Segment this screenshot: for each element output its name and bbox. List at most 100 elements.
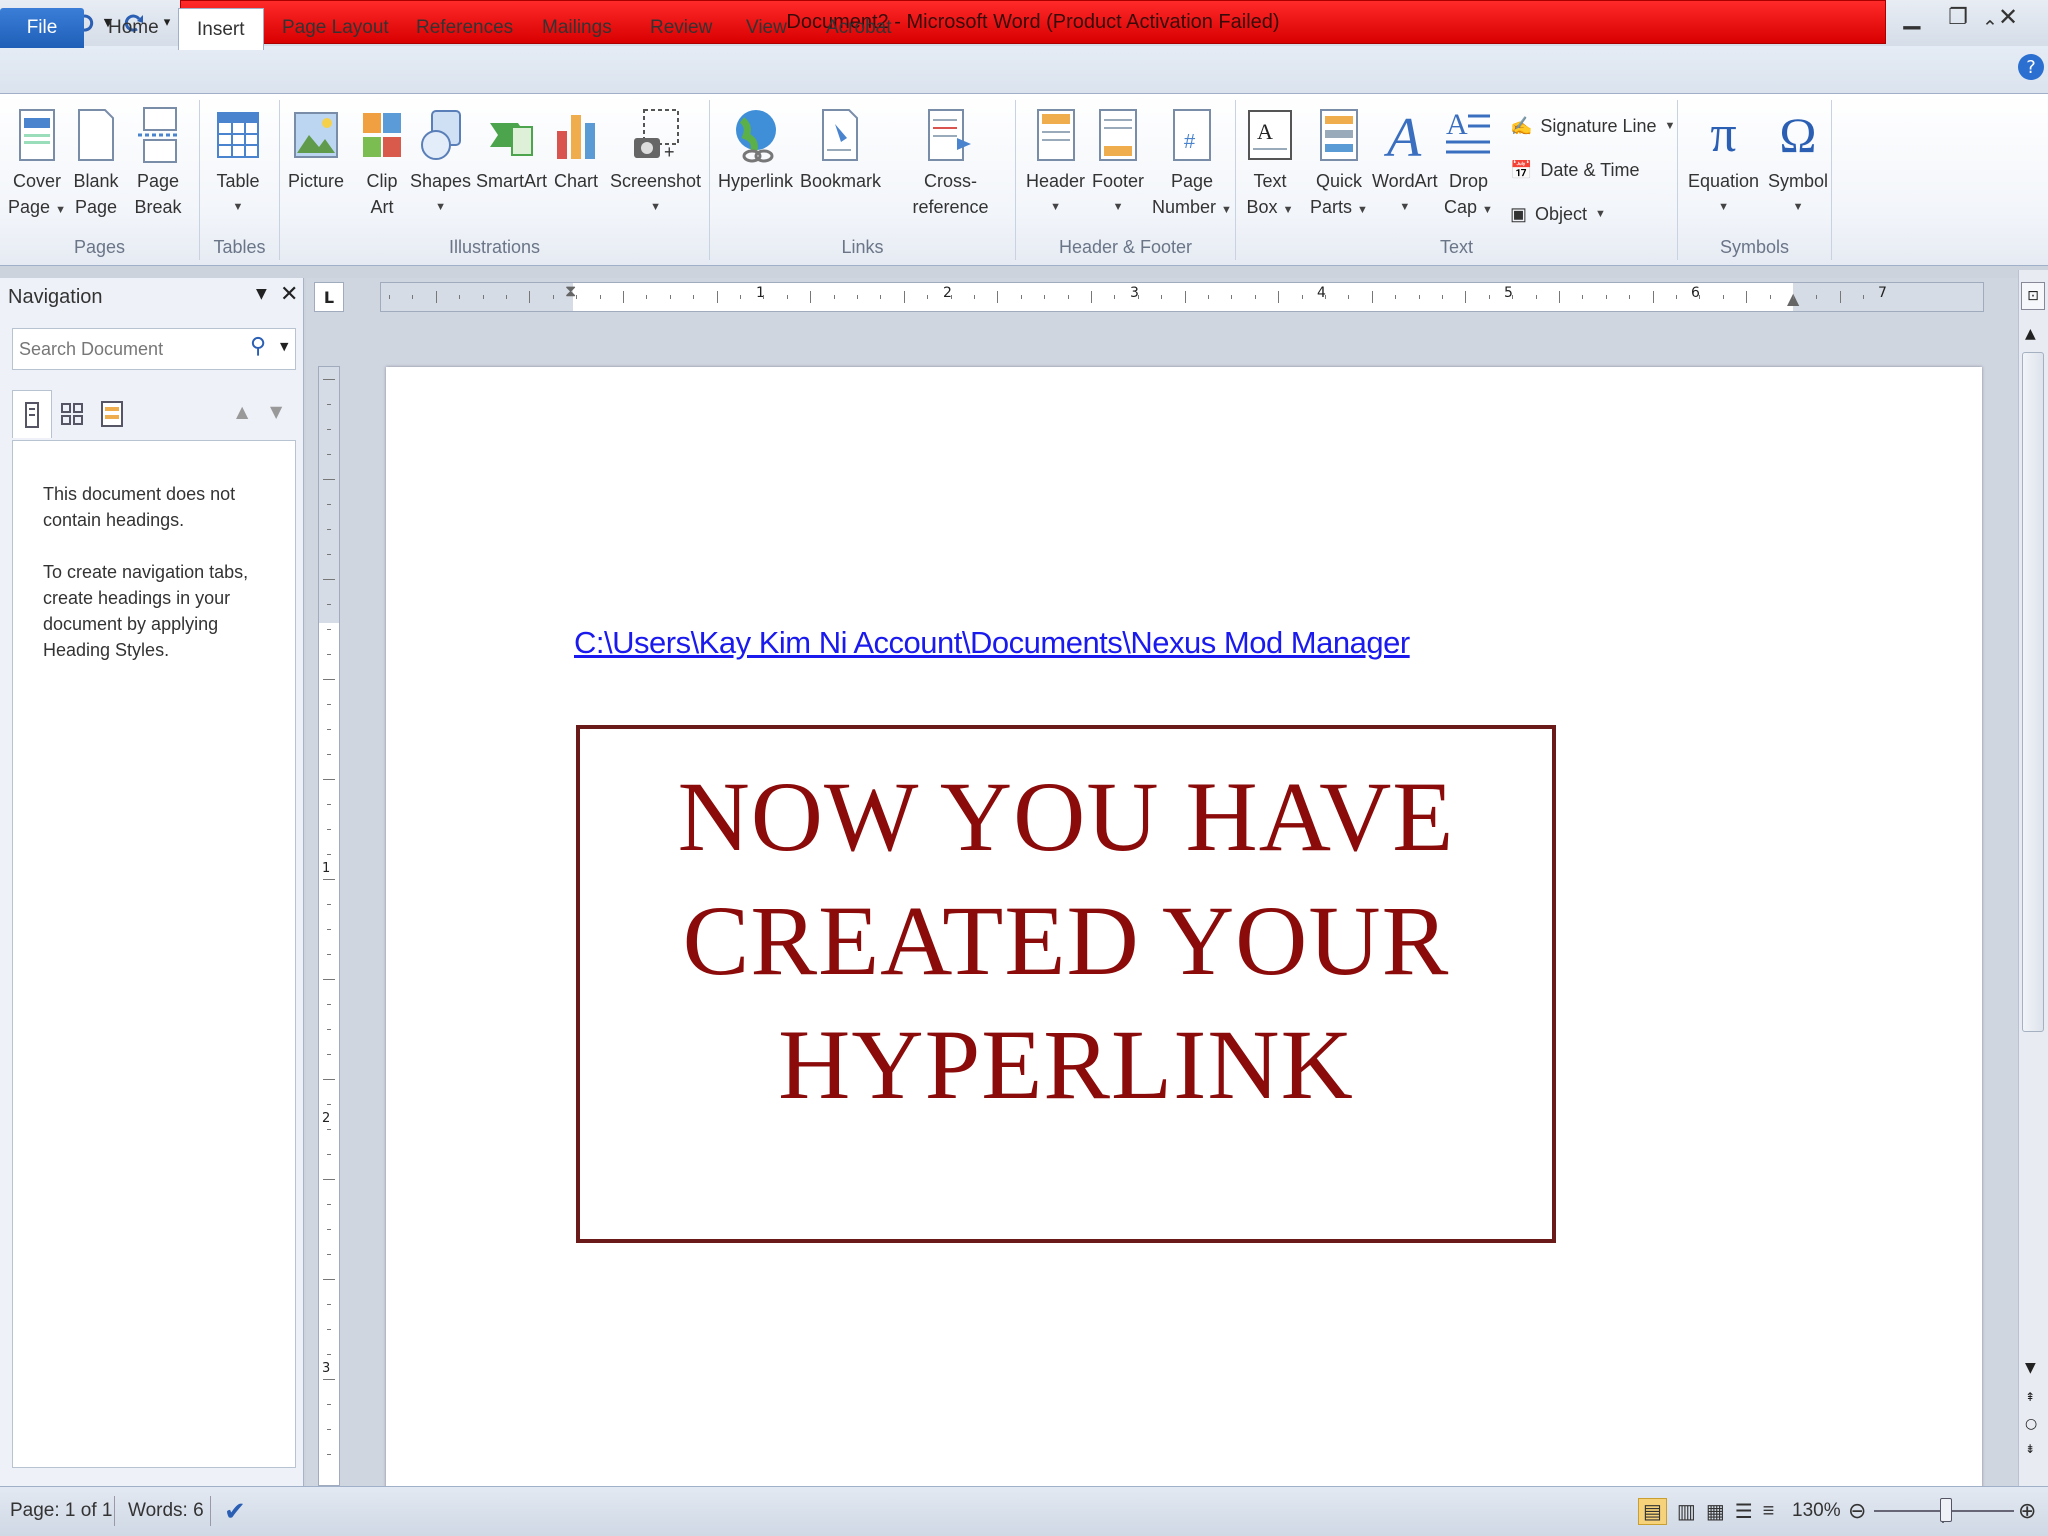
- scroll-up-icon[interactable]: ▲: [2025, 326, 2036, 342]
- help-icon[interactable]: ?: [2018, 54, 2044, 80]
- browse-pages-icon[interactable]: [52, 390, 92, 438]
- wordart-button[interactable]: A WordArt ▼: [1372, 106, 1438, 220]
- shapes-button[interactable]: Shapes ▼: [410, 106, 471, 220]
- heading-text-box[interactable]: NOW YOU HAVE CREATED YOUR HYPERLINK: [576, 725, 1556, 1243]
- date-time-icon: 📅: [1510, 159, 1533, 180]
- browse-results-icon[interactable]: [92, 390, 132, 438]
- minimize-ribbon-icon[interactable]: ⌃: [1982, 8, 1998, 48]
- tab-insert[interactable]: Insert: [178, 8, 264, 50]
- header-button[interactable]: Header ▼: [1026, 106, 1085, 220]
- tab-file[interactable]: File: [0, 8, 84, 48]
- vertical-ruler[interactable]: 1 2 3: [318, 366, 340, 1486]
- object-button[interactable]: ▣ Object ▼: [1510, 198, 1606, 230]
- text-box-button[interactable]: A Text Box ▼: [1246, 106, 1294, 223]
- next-page-icon[interactable]: ⇟: [2025, 1442, 2035, 1456]
- text-box-icon: A: [1246, 106, 1294, 164]
- hyperlink-button[interactable]: Hyperlink: [718, 106, 793, 194]
- bookmark-button[interactable]: Bookmark: [800, 106, 881, 194]
- signature-line-button[interactable]: ✍ Signature Line ▼: [1510, 110, 1675, 142]
- navigation-menu-icon[interactable]: ▼: [256, 286, 267, 302]
- smartart-button[interactable]: SmartArt: [476, 106, 547, 194]
- minimize-icon[interactable]: ▁: [1890, 2, 1934, 32]
- page-number-button[interactable]: # Page Number ▼: [1152, 106, 1232, 223]
- scrollbar-thumb[interactable]: [2022, 352, 2044, 1032]
- tab-acrobat[interactable]: Acrobat: [808, 8, 909, 48]
- ruler-tick: [435, 291, 437, 303]
- zoom-slider-handle[interactable]: [1940, 1498, 1952, 1522]
- cover-page-button[interactable]: Cover Page ▼: [8, 106, 66, 223]
- view-ruler-icon[interactable]: ⊡: [2021, 282, 2045, 310]
- tab-references[interactable]: References: [398, 8, 531, 48]
- draft-icon[interactable]: ≡: [1763, 1500, 1775, 1523]
- table-button[interactable]: Table ▼: [214, 106, 262, 220]
- next-heading-icon[interactable]: ▼: [270, 402, 282, 421]
- ruler-tick: [693, 295, 695, 299]
- tab-review[interactable]: Review: [632, 8, 730, 48]
- drop-cap-button[interactable]: A Drop Cap ▼: [1444, 106, 1493, 223]
- ruler-tick: [1278, 291, 1280, 303]
- ruler-tick: [1746, 291, 1748, 303]
- ruler-tick: [1699, 295, 1701, 299]
- blank-page-button[interactable]: Blank Page: [72, 106, 120, 220]
- signature-line-icon: ✍: [1510, 115, 1533, 136]
- ruler-tick: [327, 1404, 331, 1405]
- zoom-level[interactable]: 130%: [1792, 1486, 1841, 1536]
- clip-art-button[interactable]: Clip Art: [358, 106, 406, 220]
- search-options-icon[interactable]: ▼: [280, 340, 288, 353]
- chart-button[interactable]: Chart: [552, 106, 600, 194]
- ruler-tick: [1605, 295, 1607, 299]
- previous-heading-icon[interactable]: ▲: [236, 402, 248, 421]
- footer-button[interactable]: Footer ▼: [1092, 106, 1144, 220]
- tab-home[interactable]: Home: [90, 8, 177, 48]
- vertical-scrollbar[interactable]: ⊡ ▲ ▼ ⇞ ○ ⇟: [2018, 270, 2048, 1486]
- previous-page-icon[interactable]: ⇞: [2025, 1390, 2035, 1404]
- ruler-number: 1: [322, 861, 331, 876]
- full-screen-reading-icon[interactable]: ▥: [1677, 1499, 1696, 1524]
- tab-view[interactable]: View: [728, 8, 805, 48]
- group-label-header-footer: Header & Footer: [1058, 237, 1193, 257]
- proofing-check-icon[interactable]: ✔: [224, 1486, 246, 1536]
- ruler-tick: [599, 295, 601, 299]
- navigation-pane: Navigation ▼ ✕ Search Document ⚲ ▼ ▲ ▼ T…: [0, 278, 304, 1486]
- page-break-button[interactable]: Page Break: [134, 106, 182, 220]
- cross-reference-button[interactable]: Cross-reference: [886, 106, 1015, 220]
- symbol-button[interactable]: Ω Symbol ▼: [1768, 106, 1828, 220]
- outline-icon[interactable]: ☰: [1735, 1499, 1753, 1524]
- page-count[interactable]: Page: 1 of 1: [10, 1486, 112, 1536]
- search-icon[interactable]: ⚲: [250, 334, 266, 359]
- scroll-down-icon[interactable]: ▼: [2025, 1360, 2036, 1376]
- svg-text:A: A: [1257, 119, 1273, 144]
- tab-page-layout[interactable]: Page Layout: [264, 8, 407, 48]
- quick-parts-button[interactable]: Quick Parts ▼: [1310, 106, 1368, 223]
- horizontal-ruler[interactable]: ⧗ ▲ 1 2 3 4 5 6 7: [380, 281, 1984, 312]
- wordart-icon: A: [1381, 106, 1429, 164]
- ruler-tick: [1091, 291, 1092, 303]
- date-time-button[interactable]: 📅 Date & Time: [1510, 154, 1639, 186]
- picture-button[interactable]: Picture: [288, 106, 344, 194]
- restore-icon[interactable]: ❐: [1936, 2, 1980, 32]
- ruler-tick: [1161, 295, 1163, 299]
- print-layout-icon[interactable]: ▤: [1638, 1497, 1667, 1525]
- ruler-tick: [576, 295, 578, 299]
- equation-button[interactable]: π Equation ▼: [1688, 106, 1759, 220]
- ruler-tick: [327, 954, 331, 955]
- pi-icon: π: [1710, 106, 1737, 163]
- ruler-tick: [786, 295, 788, 299]
- select-browse-object-icon[interactable]: ○: [2025, 1416, 2037, 1432]
- screenshot-button[interactable]: + Screenshot ▼: [610, 106, 701, 220]
- tab-selector-icon[interactable]: L: [314, 282, 344, 312]
- group-pages: Cover Page ▼ Blank Page Page Break Pages: [0, 100, 200, 260]
- web-layout-icon[interactable]: ▦: [1706, 1499, 1725, 1524]
- document-page[interactable]: C:\Users\Kay Kim Ni Account\Documents\Ne…: [386, 367, 1982, 1492]
- browse-headings-icon[interactable]: [12, 390, 52, 438]
- zoom-in-icon[interactable]: ⊕: [2018, 1486, 2036, 1536]
- first-line-indent-icon[interactable]: ⧗: [565, 281, 576, 301]
- ruler-tick: [389, 295, 390, 299]
- svg-text:A: A: [1446, 108, 1468, 141]
- word-count[interactable]: Words: 6: [128, 1486, 204, 1536]
- zoom-out-icon[interactable]: ⊖: [1848, 1486, 1866, 1536]
- tab-mailings[interactable]: Mailings: [524, 8, 630, 48]
- navigation-close-icon[interactable]: ✕: [280, 282, 298, 307]
- table-icon: [214, 106, 262, 164]
- document-hyperlink[interactable]: C:\Users\Kay Kim Ni Account\Documents\Ne…: [574, 625, 1410, 661]
